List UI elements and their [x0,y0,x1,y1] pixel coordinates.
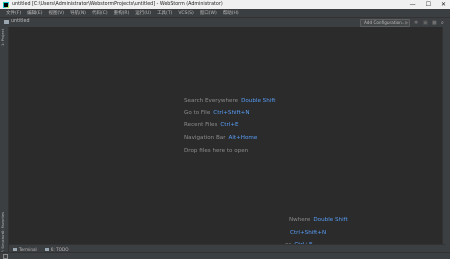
left-tool-stripe: 1: Project 2: Favorites 7: Structure [0,27,9,253]
ghost-hint-search-everywhere: Nwhere Double Shift [289,217,348,223]
ghost-hint-shortcut: Ctrl+Shift+N [290,230,327,236]
terminal-icon [13,247,17,251]
menu-refactor[interactable]: 重构(R) [114,10,130,16]
search-icon[interactable]: ⌕ [441,20,444,26]
todo-tab-label: 6: TODO [50,246,69,252]
menu-run[interactable]: 运行(U) [135,10,151,16]
right-tool-stripe [442,27,450,252]
hint-drop-files: Drop files here to open [184,148,248,154]
menu-file[interactable]: 文件(F) [6,10,21,16]
minimize-button[interactable]: — [410,1,416,8]
menu-view[interactable]: 视图(V) [48,10,64,16]
structure-tool-button[interactable]: 7: Structure [1,232,5,253]
debug-icon[interactable]: ✱ [414,20,418,26]
ghost-hint-go-to-file: Ctrl+Shift+N [287,230,326,236]
ghost-hint-shortcut: Double Shift [313,217,348,223]
hint-shortcut: Double Shift [241,98,276,104]
todo-tab[interactable]: 6: TODO [44,246,69,252]
menu-vcs[interactable]: VCS(S) [178,11,193,16]
window-title: untitled [C:\Users\Administrator\Webstor… [12,2,223,7]
toggle-tool-windows-icon[interactable] [3,254,8,259]
menu-help[interactable]: 帮助(H) [223,10,239,16]
ghost-hint-label: Nwhere [289,217,311,223]
hint-go-to-file: Go to File Ctrl+Shift+N [184,110,250,116]
hint-navigation-bar: Navigation Bar Alt+Home [184,135,257,141]
stop-icon[interactable]: ■ [432,20,437,26]
menu-code[interactable]: 代码(C) [92,10,108,16]
menu-window[interactable]: 窗口(W) [200,10,217,16]
menu-edit[interactable]: 编辑(E) [27,10,42,16]
todo-icon [44,247,49,251]
hint-shortcut: Ctrl+E [220,122,239,128]
hint-label: Search Everywhere [184,98,239,104]
breadcrumb-project[interactable]: untitled [11,19,30,24]
terminal-tab[interactable]: Terminal [13,247,37,252]
hint-search-everywhere: Search Everywhere Double Shift [184,98,275,104]
menu-tools[interactable]: 工具(T) [157,10,172,16]
project-tool-button[interactable]: 1: Project [1,29,5,46]
hint-label: Drop files here to open [184,148,249,154]
terminal-tab-label: Terminal [19,246,37,252]
menu-bar: 文件(F) 编辑(E) 视图(V) 导航(N) 代码(C) 重构(R) 运行(U… [0,9,450,17]
webstorm-logo-icon [3,1,9,8]
run-icon[interactable]: ▶ [405,20,409,26]
hint-label: Navigation Bar [184,135,226,141]
hint-shortcut: Ctrl+Shift+N [213,110,250,116]
favorites-tool-button[interactable]: 2: Favorites [1,212,5,233]
window-controls: — ☐ ✕ [410,0,446,9]
coverage-icon[interactable]: ▣ [423,20,428,26]
hint-label: Go to File [184,110,211,116]
folder-icon [4,20,9,24]
close-button[interactable]: ✕ [441,1,446,8]
hint-recent-files: Recent Files Ctrl+E [184,122,239,128]
editor-area[interactable]: Search Everywhere Double Shift Go to File… [9,27,441,248]
menu-navigate[interactable]: 导航(N) [70,10,86,16]
title-bar: untitled [C:\Users\Administrator\Webstor… [0,0,450,9]
hint-shortcut: Alt+Home [228,135,258,141]
hint-label: Recent Files [184,122,218,128]
maximize-button[interactable]: ☐ [426,1,431,8]
add-configuration-button[interactable]: Add Configuration... [360,19,410,27]
